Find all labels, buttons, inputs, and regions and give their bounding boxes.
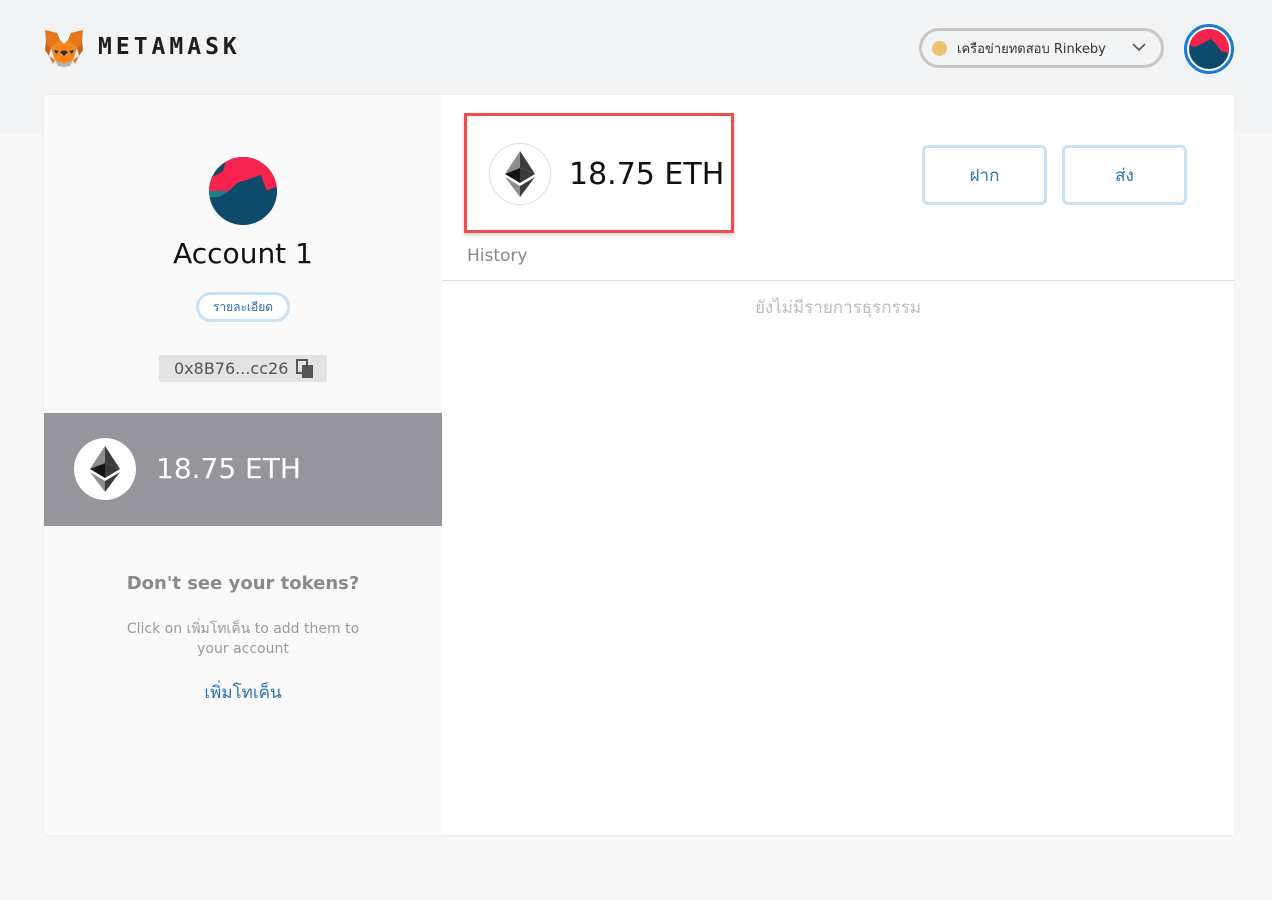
tokens-description: Click on เพิ่มโทเค็น to add them to your… — [126, 621, 360, 657]
account-identicon — [209, 157, 277, 225]
deposit-button[interactable]: ฝาก — [922, 145, 1047, 205]
send-button[interactable]: ส่ง — [1062, 145, 1187, 205]
main-balance: 18.75 ETH — [569, 157, 725, 192]
account-identicon — [1189, 29, 1229, 69]
network-label: เครือข่ายทดสอบ Rinkeby — [957, 41, 1106, 57]
chevron-down-icon — [1132, 43, 1146, 52]
sidebar-balance: 18.75 ETH — [156, 452, 301, 485]
balance-highlight: 18.75 ETH — [464, 113, 734, 233]
main-pane: 18.75 ETH ฝาก ส่ง History ยังไม่มีรายการ… — [442, 95, 1234, 835]
tokens-title: Don't see your tokens? — [126, 573, 360, 594]
app-header: METAMASK เครือข่ายทดสอบ Rinkeby — [0, 0, 1272, 95]
network-status-dot — [932, 40, 947, 56]
add-token-link[interactable]: เพิ่มโทเค็น — [44, 679, 442, 706]
account-address[interactable]: 0x8B76...cc26 — [159, 355, 327, 382]
details-button[interactable]: รายละเอียด — [196, 292, 290, 322]
history-divider — [442, 280, 1234, 281]
wallet-card: Account 1 รายละเอียด 0x8B76...cc26 18.75… — [44, 95, 1234, 835]
account-menu-button[interactable] — [1184, 24, 1234, 74]
metamask-fox-icon[interactable] — [43, 28, 85, 68]
account-sidebar: Account 1 รายละเอียด 0x8B76...cc26 18.75… — [44, 95, 442, 835]
empty-history-message: ยังไม่มีรายการธุรกรรม — [754, 298, 922, 318]
eth-balance-row[interactable]: 18.75 ETH — [44, 413, 442, 526]
history-label: History — [467, 246, 528, 266]
address-text: 0x8B76...cc26 — [174, 359, 289, 378]
ethereum-icon — [74, 438, 136, 500]
network-selector[interactable]: เครือข่ายทดสอบ Rinkeby — [919, 28, 1164, 68]
brand-name: METAMASK — [98, 34, 241, 60]
copy-icon[interactable] — [296, 359, 314, 379]
account-name: Account 1 — [173, 237, 313, 270]
ethereum-icon — [489, 143, 551, 205]
